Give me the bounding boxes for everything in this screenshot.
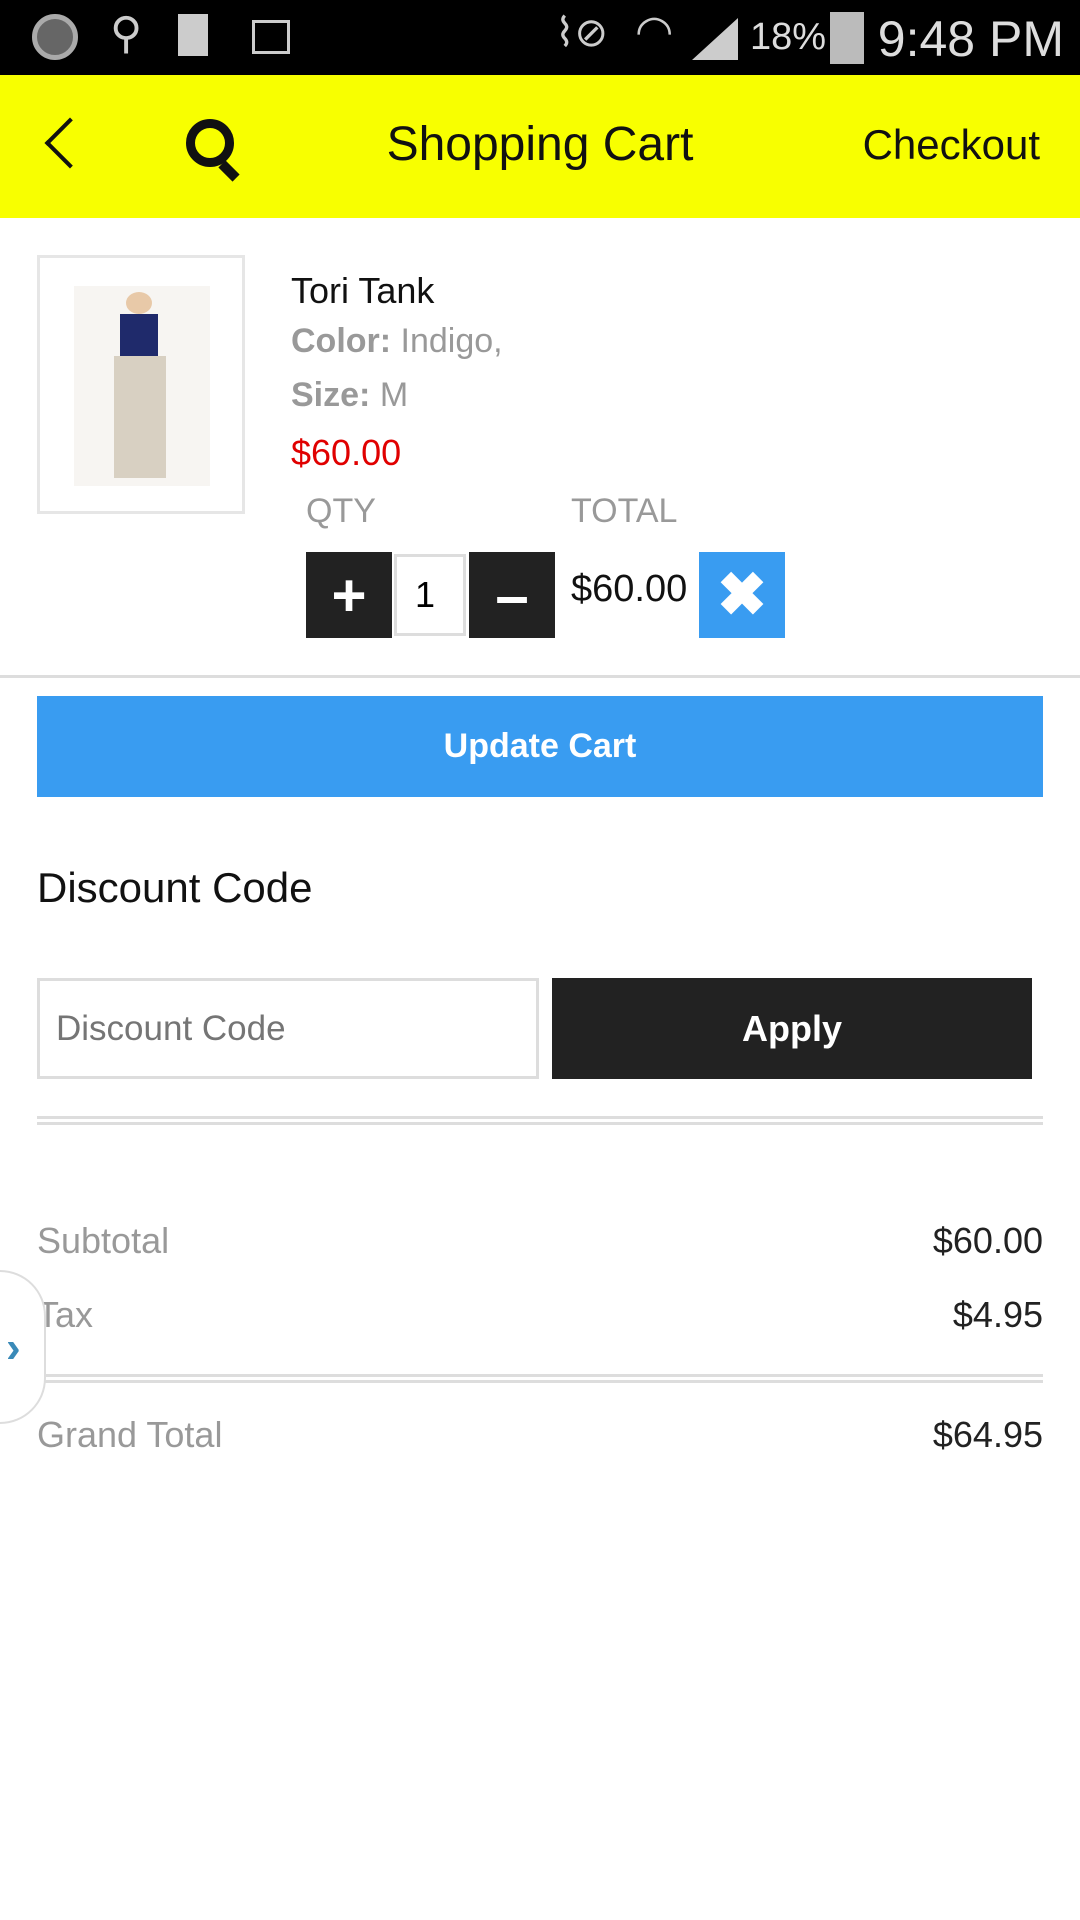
signal-icon <box>692 18 738 60</box>
plus-icon: + <box>331 561 367 629</box>
wifi-icon: ◠ <box>635 7 674 56</box>
size-label: Size: <box>291 376 371 414</box>
minus-icon: – <box>495 561 529 629</box>
color-row: Color: Indigo, <box>291 322 503 361</box>
tax-value: $4.95 <box>952 1294 1043 1335</box>
color-label: Color: <box>291 322 392 360</box>
apply-button[interactable]: Apply <box>552 978 1032 1079</box>
grand-total-label: Grand Total <box>37 1414 223 1455</box>
product-image <box>74 286 210 486</box>
update-cart-label: Update Cart <box>443 727 637 765</box>
subtotal-value: $60.00 <box>932 1220 1043 1261</box>
product-thumbnail[interactable] <box>37 255 245 514</box>
size-row: Size: M <box>291 376 408 415</box>
qty-input[interactable] <box>394 554 466 636</box>
image-icon <box>252 20 290 54</box>
increase-qty-button[interactable]: + <box>306 552 392 638</box>
battery-percent: 18% <box>750 16 827 58</box>
divider <box>37 1116 1043 1119</box>
divider <box>37 1374 1043 1377</box>
checkout-button[interactable]: Checkout <box>863 121 1040 169</box>
subtotal-label: Subtotal <box>37 1220 170 1261</box>
grand-total-value: $64.95 <box>932 1414 1043 1455</box>
sim-error-icon <box>178 14 208 56</box>
total-label: TOTAL <box>571 492 678 530</box>
divider <box>0 675 1080 678</box>
color-value: Indigo, <box>400 322 503 360</box>
app-header: Shopping Cart Checkout <box>0 75 1080 218</box>
clock: 9:48 PM <box>877 11 1064 67</box>
size-value: M <box>379 376 409 414</box>
divider <box>37 1380 1043 1383</box>
side-drawer-handle[interactable]: › <box>0 1270 46 1424</box>
update-cart-button[interactable]: Update Cart <box>37 696 1043 797</box>
product-name[interactable]: Tori Tank <box>291 270 434 312</box>
discount-heading: Discount Code <box>37 864 313 911</box>
decrease-qty-button[interactable]: – <box>469 552 555 638</box>
chevron-right-icon: › <box>6 1323 21 1372</box>
discount-code-input[interactable] <box>37 978 539 1079</box>
close-icon: ✖ <box>716 561 768 628</box>
line-total: $60.00 <box>571 568 688 610</box>
apply-label: Apply <box>741 1007 842 1049</box>
vibrate-mute-icon: ⌇⊘ <box>555 11 609 55</box>
usb-icon: ⚲ <box>110 9 143 58</box>
status-bar: ⚲ ⌇⊘ ◠ 18% 9:48 PM <box>0 0 1080 75</box>
power-icon <box>32 14 78 60</box>
product-price: $60.00 <box>291 432 402 473</box>
qty-label: QTY <box>306 492 376 530</box>
remove-item-button[interactable]: ✖ <box>699 552 785 638</box>
divider <box>37 1122 1043 1125</box>
battery-charging-icon <box>830 12 864 64</box>
